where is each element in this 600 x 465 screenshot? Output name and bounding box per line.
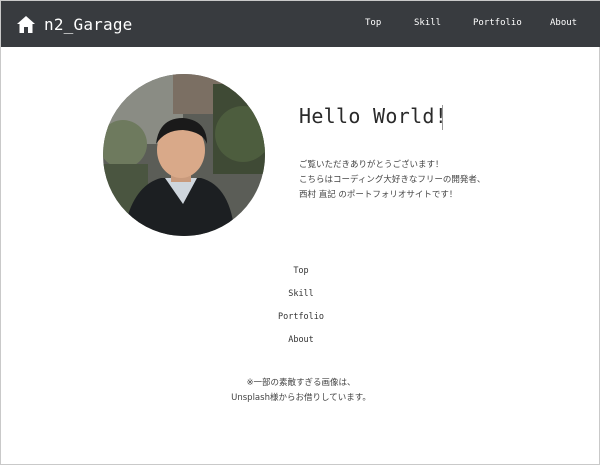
image-credit: ※一部の素敵すぎる画像は、 Unsplash様からお借りしています。 [1,376,600,406]
nav-link-portfolio[interactable]: Portfolio [473,18,522,28]
credit-line: ※一部の素敵すぎる画像は、 [246,378,356,388]
hero-headline: Hello World! [299,104,448,128]
credit-line: Unsplash様からお借りしています。 [231,393,371,403]
home-icon [17,15,35,33]
site-header: n2_Garage Top Skill Portfolio About [1,1,600,47]
intro-line: 西村 直記 のポートフォリオサイトです！ [299,190,458,200]
nav-link-top[interactable]: Top [365,18,381,28]
nav-link-about[interactable]: About [550,18,577,28]
footer-link-top[interactable]: Top [1,266,600,276]
intro-line: ご覧いただきありがとうございます！ [299,160,444,170]
brand-name: n2_Garage [44,14,133,34]
footer-link-portfolio[interactable]: Portfolio [1,312,600,322]
footer-link-about[interactable]: About [1,335,600,345]
footer-link-skill[interactable]: Skill [1,289,600,299]
intro-text: ご覧いただきありがとうございます！ こちらはコーディング大好きなフリーの開発者、… [299,158,485,203]
brand-link[interactable]: n2_Garage [17,12,133,36]
nav-link-skill[interactable]: Skill [414,18,441,28]
text-cursor [442,105,443,130]
profile-photo [103,74,265,236]
intro-line: こちらはコーディング大好きなフリーの開発者、 [299,175,486,185]
